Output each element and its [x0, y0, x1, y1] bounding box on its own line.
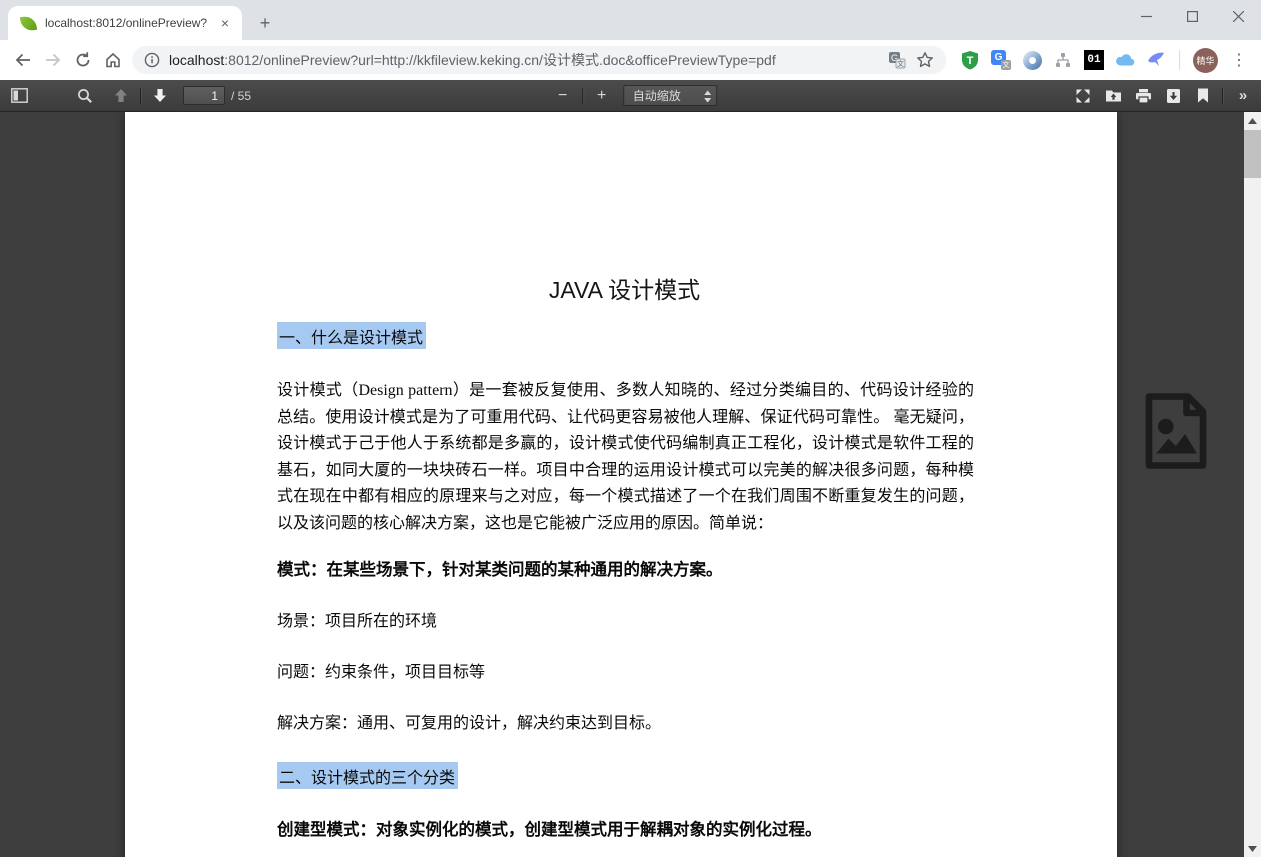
- window-controls: [1123, 0, 1261, 32]
- page-down-button[interactable]: [145, 83, 175, 109]
- minimize-button[interactable]: [1123, 0, 1169, 32]
- zoom-select[interactable]: 自动缩放: [623, 85, 717, 106]
- download-button[interactable]: [1158, 83, 1188, 109]
- sidebar-toggle-button[interactable]: [4, 83, 34, 109]
- bookmark-button[interactable]: [1188, 83, 1218, 109]
- toolbar-separator: [140, 88, 141, 104]
- tab-close-icon[interactable]: ×: [216, 14, 234, 32]
- url-host: localhost: [169, 52, 224, 68]
- zoom-controls: − + 自动缩放: [548, 83, 717, 109]
- page-number-input[interactable]: [183, 86, 225, 105]
- scroll-up-arrow[interactable]: [1244, 112, 1261, 129]
- zoom-out-button[interactable]: −: [548, 83, 578, 109]
- browser-tabstrip: localhost:8012/onlinePreview? × +: [0, 0, 1261, 40]
- zoom-select-value: 自动缩放: [633, 87, 681, 104]
- section-heading-1: 一、什么是设计模式: [277, 322, 972, 349]
- back-button[interactable]: [8, 45, 38, 75]
- bookmark-star-icon[interactable]: [916, 51, 934, 69]
- home-button[interactable]: [98, 45, 128, 75]
- extension-sitemap-icon[interactable]: [1053, 50, 1073, 70]
- svg-text:T: T: [967, 55, 974, 67]
- extension-ring-icon[interactable]: [1022, 50, 1042, 70]
- broken-image-icon: [1140, 392, 1212, 475]
- browser-navbar: localhost:8012/onlinePreview?url=http://…: [0, 40, 1261, 80]
- pdf-page: JAVA 设计模式 一、什么是设计模式 设计模式（Design pattern）…: [125, 112, 1117, 857]
- search-button[interactable]: [70, 83, 100, 109]
- document-title: JAVA 设计模式: [277, 275, 972, 305]
- browser-tab[interactable]: localhost:8012/onlinePreview? ×: [8, 6, 242, 40]
- maximize-button[interactable]: [1169, 0, 1215, 32]
- scene-line: 场景：项目所在的环境: [277, 607, 972, 631]
- page-count-label: / 55: [231, 89, 251, 103]
- highlighted-text: 一、什么是设计模式: [277, 322, 426, 349]
- scrollbar-thumb[interactable]: [1244, 130, 1261, 178]
- svg-text:文: 文: [897, 59, 904, 68]
- extension-cloud-icon[interactable]: [1115, 50, 1135, 70]
- highlighted-text: 二、设计模式的三个分类: [277, 762, 458, 789]
- section-heading-2: 二、设计模式的三个分类: [277, 762, 972, 789]
- url-text[interactable]: localhost:8012/onlinePreview?url=http://…: [169, 50, 878, 70]
- print-button[interactable]: [1128, 83, 1158, 109]
- chrome-menu-icon[interactable]: ⋮: [1229, 50, 1249, 70]
- extension-bird-icon[interactable]: [1146, 50, 1166, 70]
- address-bar[interactable]: localhost:8012/onlinePreview?url=http://…: [132, 46, 946, 74]
- scrollbar[interactable]: [1244, 112, 1261, 857]
- pattern-definition-line: 模式：在某些场景下，针对某类问题的某种通用的解决方案。: [277, 556, 972, 580]
- reload-button[interactable]: [68, 45, 98, 75]
- profile-avatar[interactable]: 精华: [1193, 48, 1218, 73]
- more-tools-button[interactable]: »: [1227, 83, 1257, 109]
- translate-page-icon[interactable]: G文: [888, 51, 906, 69]
- page-up-button[interactable]: [106, 83, 136, 109]
- paragraph: 设计模式（Design pattern）是一套被反复使用、多数人知晓的、经过分类…: [277, 378, 974, 537]
- problem-line: 问题：约束条件，项目目标等: [277, 658, 972, 682]
- new-tab-button[interactable]: +: [252, 12, 278, 34]
- toolbar-separator: [1222, 88, 1223, 104]
- select-arrows-icon: [703, 90, 712, 103]
- open-file-button[interactable]: [1098, 83, 1128, 109]
- extensions-area: T G 文 01 精华 ⋮: [952, 48, 1253, 73]
- zoom-in-button[interactable]: +: [587, 83, 617, 109]
- page-info-icon[interactable]: [144, 52, 160, 68]
- extension-shield-icon[interactable]: T: [960, 50, 980, 70]
- extensions-divider: [1179, 50, 1180, 70]
- extension-translate-icon[interactable]: G 文: [991, 50, 1011, 70]
- solution-line: 解决方案：通用、可复用的设计，解决约束达到目标。: [277, 709, 972, 733]
- close-button[interactable]: [1215, 0, 1261, 32]
- creational-pattern-line: 创建型模式：对象实例化的模式，创建型模式用于解耦对象的实例化过程。: [277, 816, 972, 840]
- document-content: JAVA 设计模式 一、什么是设计模式 设计模式（Design pattern）…: [125, 112, 1117, 840]
- scroll-down-arrow[interactable]: [1244, 840, 1261, 857]
- toolbar-right-group: »: [1068, 83, 1257, 109]
- pdf-viewer: JAVA 设计模式 一、什么是设计模式 设计模式（Design pattern）…: [0, 112, 1261, 857]
- toolbar-separator: [582, 88, 583, 104]
- url-path: :8012/onlinePreview?url=http://kkfilevie…: [224, 52, 775, 68]
- presentation-mode-button[interactable]: [1068, 83, 1098, 109]
- extension-01-badge[interactable]: 01: [1084, 50, 1104, 70]
- tab-title: localhost:8012/onlinePreview?: [45, 16, 216, 30]
- spring-leaf-favicon: [20, 15, 37, 32]
- pdf-toolbar: / 55 − + 自动缩放 »: [0, 80, 1261, 112]
- forward-button[interactable]: [38, 45, 68, 75]
